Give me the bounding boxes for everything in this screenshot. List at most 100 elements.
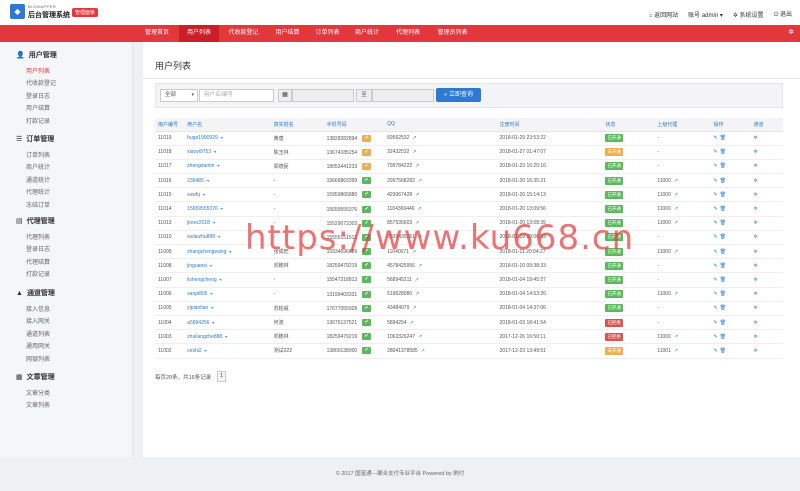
external-link-icon[interactable]: ↗: [415, 291, 419, 297]
phone-verify-icon[interactable]: ✔: [362, 191, 372, 199]
edit-agent-icon[interactable]: ↗: [674, 348, 678, 354]
login-icon[interactable]: ➜: [219, 277, 222, 282]
phone-verify-icon[interactable]: ✔: [362, 333, 372, 341]
username-link[interactable]: ceshi2: [187, 348, 201, 354]
edit-agent-icon[interactable]: ↗: [674, 192, 678, 198]
delete-icon[interactable]: 🗑: [720, 249, 728, 255]
delete-icon[interactable]: 🗑: [720, 206, 728, 212]
username-link[interactable]: xiaoyi9753: [187, 149, 211, 155]
external-link-icon[interactable]: ↗: [412, 149, 416, 155]
phone-verify-icon[interactable]: ✔: [362, 319, 372, 327]
status-badge[interactable]: 已开通: [605, 261, 623, 270]
phone-verify-icon[interactable]: ✔: [362, 347, 372, 355]
sidebar-group-title[interactable]: ▦ 文章管理: [16, 372, 55, 382]
username-link[interactable]: sanpi805: [187, 291, 207, 297]
account-menu[interactable]: 账号 admin ▾: [688, 10, 723, 19]
sidebar-item[interactable]: 接入信息: [26, 304, 50, 313]
gear-icon[interactable]: ✲: [754, 192, 758, 198]
login-icon[interactable]: ➜: [228, 249, 231, 254]
login-icon[interactable]: ➜: [220, 206, 223, 211]
delete-icon[interactable]: 🗑: [720, 234, 728, 240]
calendar-icon[interactable]: ▦: [278, 89, 292, 102]
edit-agent-icon[interactable]: ↗: [674, 220, 678, 226]
username-link[interactable]: zhengdamin: [187, 163, 214, 169]
sidebar-item[interactable]: 代收款登记: [26, 78, 56, 87]
login-icon[interactable]: ➜: [212, 220, 215, 225]
phone-verify-icon[interactable]: ✔: [362, 205, 372, 213]
username-link[interactable]: lishengcheng: [187, 277, 216, 283]
edit-agent-icon[interactable]: ↗: [674, 334, 678, 340]
delete-icon[interactable]: 🗑: [720, 149, 728, 155]
delete-icon[interactable]: 🗑: [720, 348, 728, 354]
username-cell[interactable]: 15659555376 ➜: [184, 201, 271, 217]
phone-verify-icon[interactable]: ✔: [362, 134, 372, 142]
username-cell[interactable]: zhengdamin ➜: [184, 159, 271, 175]
username-cell[interactable]: xiaoyi9753 ➜: [184, 145, 271, 160]
nav-item[interactable]: 商户统计: [348, 25, 386, 42]
sidebar-item[interactable]: 用户结算: [26, 103, 50, 112]
delete-icon[interactable]: 🗑: [720, 192, 728, 198]
phone-verify-icon[interactable]: ✔: [362, 177, 372, 185]
sidebar-item[interactable]: 网银列表: [26, 354, 50, 363]
delete-icon[interactable]: 🗑: [720, 277, 728, 283]
edit-agent-icon[interactable]: ↗: [674, 178, 678, 184]
username-cell[interactable]: 236485 ➜: [184, 173, 271, 189]
status-badge[interactable]: 已拒绝: [605, 332, 623, 341]
login-icon[interactable]: ➜: [202, 192, 205, 197]
gear-icon[interactable]: ✲: [754, 334, 758, 340]
sidebar-item[interactable]: 冻结订单: [26, 200, 50, 209]
username-link[interactable]: yipiantian: [187, 305, 208, 311]
nav-item[interactable]: 用户结算: [268, 25, 307, 42]
sidebar-item[interactable]: 商户统计: [26, 162, 50, 171]
username-link[interactable]: hugo1990929: [187, 135, 218, 141]
sidebar-group-title[interactable]: ▤ 代理管理: [16, 216, 55, 226]
phone-verify-icon[interactable]: ✔: [362, 290, 372, 298]
delete-icon[interactable]: 🗑: [720, 334, 728, 340]
login-icon[interactable]: ➜: [209, 263, 212, 268]
gear-icon[interactable]: ✲: [754, 291, 758, 297]
nav-item[interactable]: 订单列表: [309, 25, 346, 42]
nav-item[interactable]: 管理员列表: [430, 25, 475, 42]
status-badge[interactable]: 未开通: [605, 346, 623, 355]
end-date-input[interactable]: [372, 89, 434, 102]
login-icon[interactable]: ➜: [206, 178, 209, 183]
gear-icon[interactable]: ✲: [754, 348, 758, 354]
gear-icon[interactable]: ✲: [754, 220, 758, 226]
username-link[interactable]: jinguanxi: [187, 263, 207, 269]
sidebar-item[interactable]: 订单列表: [26, 150, 50, 159]
gear-icon[interactable]: ✲: [754, 163, 758, 169]
nav-gear-icon[interactable]: ✲: [788, 28, 794, 36]
edit-agent-icon[interactable]: ↗: [674, 291, 678, 297]
settings-link[interactable]: ✲ 系统设置: [733, 10, 764, 19]
home-link[interactable]: ⌂ 返回网站: [649, 10, 678, 19]
status-badge[interactable]: 已开通: [605, 205, 623, 214]
login-icon[interactable]: ➜: [216, 163, 219, 168]
sidebar-item[interactable]: 接入网关: [26, 316, 50, 325]
status-badge[interactable]: 已开通: [605, 134, 623, 143]
status-badge[interactable]: 未开通: [605, 148, 623, 157]
phone-verify-icon[interactable]: ✔: [362, 148, 372, 156]
sidebar-item[interactable]: 代理列表: [26, 232, 50, 241]
username-link[interactable]: zhuliangzhe888: [187, 334, 222, 340]
nav-item[interactable]: 代收款登记: [221, 25, 266, 42]
login-icon[interactable]: ➜: [217, 234, 220, 239]
username-link[interactable]: zhangchengwang: [187, 249, 226, 255]
username-cell[interactable]: yipiantian ➜: [184, 301, 271, 316]
status-badge[interactable]: 已开通: [605, 162, 623, 171]
status-badge[interactable]: 已拒绝: [605, 318, 623, 327]
sidebar-group-title[interactable]: ▲ 通道管理: [16, 288, 55, 298]
sidebar-item[interactable]: 用户列表: [26, 66, 50, 75]
sidebar-item[interactable]: 登录日志: [26, 244, 50, 253]
delete-icon[interactable]: 🗑: [720, 220, 728, 226]
phone-verify-icon[interactable]: ✔: [362, 276, 372, 284]
username-cell[interactable]: jinguanxi ➜: [184, 258, 271, 274]
status-badge[interactable]: 已开通: [605, 290, 623, 299]
nav-item[interactable]: 用户列表: [179, 25, 219, 42]
username-cell[interactable]: a5894256 ➜: [184, 315, 271, 331]
sidebar-item[interactable]: 打款记录: [26, 269, 50, 278]
edit-agent-icon[interactable]: ↗: [674, 249, 678, 255]
nav-item[interactable]: 管理首页: [137, 25, 177, 42]
username-cell[interactable]: hugo1990929 ➜: [184, 131, 271, 146]
sidebar-item[interactable]: 通用网关: [26, 341, 50, 350]
search-button[interactable]: ⌕ 立即查询: [436, 88, 481, 102]
